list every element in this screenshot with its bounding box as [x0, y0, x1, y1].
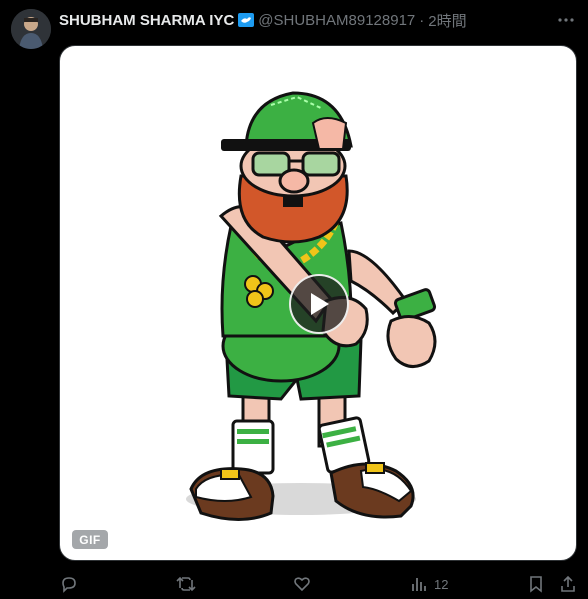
views-button[interactable]: 12	[410, 572, 448, 596]
play-button[interactable]	[289, 274, 349, 334]
separator-dot: ·	[419, 11, 425, 29]
like-icon	[294, 577, 310, 592]
post-time[interactable]: 2時間	[428, 10, 466, 31]
gif-badge: GIF	[72, 530, 108, 549]
tweet-header: SHUBHAM SHARMA IYC @SHUBHAM89128917 · 2時…	[59, 10, 578, 30]
views-icon	[412, 578, 426, 591]
reply-icon	[62, 577, 76, 593]
like-button[interactable]	[293, 572, 317, 596]
tweet-actions: 12	[59, 572, 588, 596]
retweet-icon	[176, 576, 196, 592]
verified-badge-icon	[238, 12, 255, 28]
author-avatar[interactable]	[11, 9, 51, 49]
share-icon	[561, 575, 575, 592]
retweet-button[interactable]	[176, 572, 202, 596]
reply-button[interactable]	[60, 572, 84, 596]
play-icon	[311, 293, 329, 315]
author-name[interactable]: SHUBHAM SHARMA IYC	[59, 12, 234, 29]
views-count: 12	[434, 576, 449, 592]
more-icon[interactable]	[554, 8, 578, 32]
media-gif[interactable]	[59, 45, 577, 561]
author-handle[interactable]: @SHUBHAM89128917	[258, 12, 415, 29]
share-button[interactable]	[559, 572, 577, 596]
bookmark-button[interactable]	[528, 572, 544, 596]
bookmark-icon	[530, 576, 542, 593]
